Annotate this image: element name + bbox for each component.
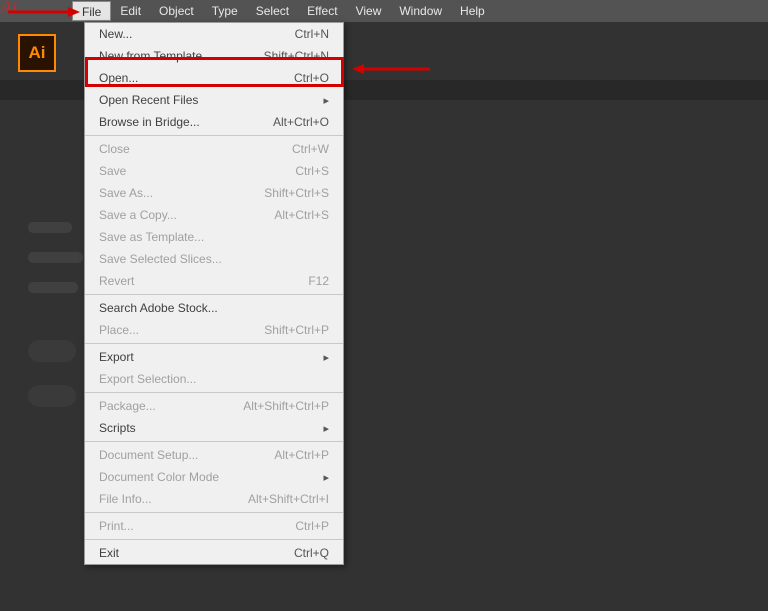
menu-item-shortcut: Alt+Ctrl+O <box>273 115 329 129</box>
menu-item-label: Save As... <box>99 186 153 200</box>
menu-help[interactable]: Help <box>451 0 494 22</box>
menu-object[interactable]: Object <box>150 0 203 22</box>
menu-item-save: Save Ctrl+S <box>85 160 343 182</box>
menu-item-new-from-template[interactable]: New from Template... Shift+Ctrl+N <box>85 45 343 67</box>
menu-item-shortcut: Ctrl+W <box>292 142 329 156</box>
menu-separator <box>85 294 343 295</box>
menu-item-file-info: File Info... Alt+Shift+Ctrl+I <box>85 488 343 510</box>
menu-separator <box>85 512 343 513</box>
menu-type[interactable]: Type <box>203 0 247 22</box>
menu-item-save-selected-slices: Save Selected Slices... <box>85 248 343 270</box>
sidebar-placeholder <box>28 252 83 263</box>
menu-separator <box>85 539 343 540</box>
menu-item-shortcut: Ctrl+N <box>295 27 329 41</box>
menu-item-shortcut: Alt+Shift+Ctrl+I <box>248 492 329 506</box>
menu-item-export[interactable]: Export ▸ <box>85 346 343 368</box>
menu-item-shortcut: F12 <box>308 274 329 288</box>
menu-item-save-as-template: Save as Template... <box>85 226 343 248</box>
menu-item-label: Export Selection... <box>99 372 196 386</box>
menu-item-document-color-mode: Document Color Mode ▸ <box>85 466 343 488</box>
menu-item-label: Open... <box>99 71 138 85</box>
menu-view[interactable]: View <box>347 0 391 22</box>
menu-edit[interactable]: Edit <box>111 0 150 22</box>
menu-item-label: Save as Template... <box>99 230 204 244</box>
menu-item-export-selection: Export Selection... <box>85 368 343 390</box>
menu-window[interactable]: Window <box>390 0 451 22</box>
menu-item-revert: Revert F12 <box>85 270 343 292</box>
menu-separator <box>85 392 343 393</box>
menu-effect[interactable]: Effect <box>298 0 346 22</box>
menu-item-place: Place... Shift+Ctrl+P <box>85 319 343 341</box>
submenu-arrow-icon: ▸ <box>323 94 329 107</box>
menu-item-label: Print... <box>99 519 134 533</box>
menu-item-label: Browse in Bridge... <box>99 115 200 129</box>
menu-item-label: Document Color Mode <box>99 470 219 484</box>
menu-item-label: New... <box>99 27 132 41</box>
menu-item-shortcut: Shift+Ctrl+N <box>264 49 329 63</box>
menu-item-label: Document Setup... <box>99 448 198 462</box>
menu-item-document-setup: Document Setup... Alt+Ctrl+P <box>85 444 343 466</box>
menu-item-scripts[interactable]: Scripts ▸ <box>85 417 343 439</box>
sidebar-placeholder <box>28 222 72 233</box>
menu-item-shortcut: Alt+Ctrl+S <box>274 208 329 222</box>
menu-item-browse-in-bridge[interactable]: Browse in Bridge... Alt+Ctrl+O <box>85 111 343 133</box>
menu-item-label: Save a Copy... <box>99 208 177 222</box>
menu-item-print: Print... Ctrl+P <box>85 515 343 537</box>
menu-item-package: Package... Alt+Shift+Ctrl+P <box>85 395 343 417</box>
submenu-arrow-icon: ▸ <box>323 471 329 484</box>
menu-item-shortcut: Alt+Shift+Ctrl+P <box>243 399 329 413</box>
menubar: Ai . . File Edit Object Type Select Effe… <box>0 0 768 22</box>
menu-item-label: Close <box>99 142 130 156</box>
menu-item-shortcut: Shift+Ctrl+P <box>264 323 329 337</box>
menu-item-shortcut: Ctrl+O <box>294 71 329 85</box>
menu-item-label: Export <box>99 350 134 364</box>
menu-item-label: Package... <box>99 399 156 413</box>
menu-item-label: Search Adobe Stock... <box>99 301 218 315</box>
menu-item-label: Exit <box>99 546 119 560</box>
menu-item-shortcut: Shift+Ctrl+S <box>264 186 329 200</box>
file-menu-dropdown: New... Ctrl+N New from Template... Shift+Ct… <box>84 22 344 565</box>
menu-item-search-adobe-stock[interactable]: Search Adobe Stock... <box>85 297 343 319</box>
menu-item-shortcut: Alt+Ctrl+P <box>274 448 329 462</box>
menu-item-close: Close Ctrl+W <box>85 138 343 160</box>
app-window: Ai Ai . . File Edit Object Type Select E… <box>0 0 768 611</box>
menu-item-label: Save Selected Slices... <box>99 252 222 266</box>
submenu-arrow-icon: ▸ <box>323 351 329 364</box>
menu-item-new[interactable]: New... Ctrl+N <box>85 23 343 45</box>
menu-separator <box>85 135 343 136</box>
menu-item-shortcut: Ctrl+P <box>295 519 329 533</box>
menu-item-label: Place... <box>99 323 139 337</box>
menu-item-label: Save <box>99 164 126 178</box>
menu-item-label: Scripts <box>99 421 136 435</box>
menu-select[interactable]: Select <box>247 0 298 22</box>
menu-item-save-a-copy: Save a Copy... Alt+Ctrl+S <box>85 204 343 226</box>
menu-separator <box>85 343 343 344</box>
menubar-dots-icon: . . <box>54 4 62 15</box>
menu-item-label: Revert <box>99 274 134 288</box>
menu-item-save-as: Save As... Shift+Ctrl+S <box>85 182 343 204</box>
menu-file[interactable]: File <box>72 1 111 21</box>
sidebar-button-placeholder <box>28 385 76 407</box>
menu-item-label: New from Template... <box>99 49 212 63</box>
submenu-arrow-icon: ▸ <box>323 422 329 435</box>
menu-separator <box>85 441 343 442</box>
menu-item-shortcut: Ctrl+S <box>295 164 329 178</box>
menu-item-exit[interactable]: Exit Ctrl+Q <box>85 542 343 564</box>
title-logo-text: Ai <box>0 0 17 20</box>
menu-item-label: Open Recent Files <box>99 93 198 107</box>
sidebar-placeholder <box>28 282 78 293</box>
sidebar-button-placeholder <box>28 340 76 362</box>
menu-item-open[interactable]: Open... Ctrl+O <box>85 67 343 89</box>
menu-item-label: File Info... <box>99 492 152 506</box>
app-logo: Ai <box>18 34 56 72</box>
menu-item-open-recent-files[interactable]: Open Recent Files ▸ <box>85 89 343 111</box>
menu-item-shortcut: Ctrl+Q <box>294 546 329 560</box>
